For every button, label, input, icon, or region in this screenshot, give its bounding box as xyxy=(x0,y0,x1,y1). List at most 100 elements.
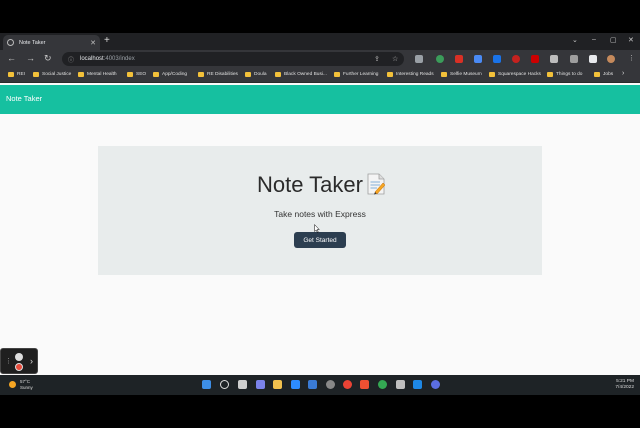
more-bookmarks-icon[interactable]: › xyxy=(622,70,624,77)
bookmark-label: Jobs xyxy=(603,72,614,77)
url-host: localhost xyxy=(80,56,104,62)
bookmark-label: Interesting Reads xyxy=(396,72,434,77)
chrome-icon[interactable] xyxy=(343,380,352,389)
sun-icon xyxy=(9,381,16,388)
paint-icon[interactable] xyxy=(396,380,405,389)
extension-icon[interactable] xyxy=(512,55,520,63)
share-icon[interactable]: ⇪ xyxy=(374,55,380,63)
reload-icon[interactable]: ↻ xyxy=(44,53,52,63)
folder-icon xyxy=(489,72,495,77)
store-icon[interactable] xyxy=(308,380,317,389)
site-info-icon[interactable]: ⓘ xyxy=(68,55,74,64)
bookmark-item[interactable]: Interesting Reads xyxy=(387,72,434,77)
browser-toolbar: ← → ↻ ⓘ localhost:4003/index ⇪ ☆ ⋮ xyxy=(0,50,640,68)
stop-record-icon[interactable] xyxy=(15,363,23,371)
reading-list-icon[interactable] xyxy=(570,55,578,63)
bookmark-item[interactable]: REI xyxy=(8,72,25,77)
windows-start-icon[interactable] xyxy=(202,380,211,389)
bookmark-item[interactable]: Things to do xyxy=(547,72,582,77)
bookmark-label: Selfie Museum xyxy=(450,72,482,77)
zoom-icon[interactable] xyxy=(291,380,300,389)
file-explorer-icon[interactable] xyxy=(273,380,282,389)
tab-search-icon[interactable]: ⌄ xyxy=(572,36,578,44)
folder-icon xyxy=(441,72,447,77)
bookmark-item[interactable]: Squarespace Hacks xyxy=(489,72,541,77)
bookmark-label: REI xyxy=(17,72,25,77)
search-icon[interactable] xyxy=(220,380,229,389)
bookmark-item[interactable]: Jobs xyxy=(594,72,613,77)
maximize-button[interactable]: ▢ xyxy=(610,36,617,44)
git-icon[interactable] xyxy=(360,380,369,389)
folder-icon xyxy=(387,72,393,77)
task-view-icon[interactable] xyxy=(238,380,247,389)
screen: Note Taker ✕ + ⌄ – ▢ ✕ ← → ↻ ⓘ localhost… xyxy=(0,0,640,428)
folder-icon xyxy=(275,72,281,77)
bookmark-item[interactable]: SEO xyxy=(127,72,146,77)
weather-widget[interactable]: 57°C Sunny xyxy=(9,379,33,390)
browser-tab[interactable]: Note Taker ✕ xyxy=(3,35,100,50)
memo-icon xyxy=(367,173,386,195)
globe-icon xyxy=(7,39,14,46)
extension-icon[interactable] xyxy=(493,55,501,63)
folder-icon xyxy=(547,72,553,77)
folder-icon xyxy=(127,72,133,77)
bookmark-item[interactable]: Selfie Museum xyxy=(441,72,482,77)
taskbar: 57°C Sunny 5:21 PM 7/4/2022 xyxy=(0,375,640,395)
side-panel-icon[interactable] xyxy=(589,55,597,63)
extension-icon[interactable] xyxy=(436,55,444,63)
youtube-extension-icon[interactable] xyxy=(531,55,539,63)
new-tab-button[interactable]: + xyxy=(104,36,110,46)
navbar-brand[interactable]: Note Taker xyxy=(6,94,42,103)
bookmark-item[interactable]: RE Disabilities xyxy=(198,72,238,77)
close-icon[interactable]: ✕ xyxy=(90,39,96,47)
page: Note Taker Note Taker Take notes with Ex… xyxy=(0,83,640,375)
folder-icon xyxy=(78,72,84,77)
extension-icon[interactable] xyxy=(474,55,482,63)
folder-icon xyxy=(33,72,39,77)
weather-condition: Sunny xyxy=(20,384,33,390)
pdf-extension-icon[interactable] xyxy=(455,55,463,63)
bookmark-label: Things to do xyxy=(556,72,583,77)
chevron-right-icon[interactable]: › xyxy=(30,356,33,366)
bookmarks-bar: REI Social Justice Mental Health SEO App/Cod… xyxy=(0,68,640,83)
app-icon[interactable] xyxy=(431,380,440,389)
clock[interactable]: 5:21 PM 7/4/2022 xyxy=(615,379,634,391)
mouse-cursor-icon xyxy=(314,224,320,233)
bookmark-label: Mental Health xyxy=(87,72,117,77)
settings-icon[interactable] xyxy=(326,380,335,389)
folder-icon xyxy=(8,72,14,77)
menu-icon[interactable]: ⋮ xyxy=(628,54,635,64)
window-close-button[interactable]: ✕ xyxy=(628,36,634,44)
forward-icon[interactable]: → xyxy=(26,53,35,63)
extension-icon[interactable] xyxy=(415,55,423,63)
pause-icon[interactable] xyxy=(15,353,23,361)
bookmark-label: Squarespace Hacks xyxy=(498,72,541,77)
navbar: Note Taker xyxy=(0,85,640,114)
jumbotron: Note Taker Take notes with Express Get S… xyxy=(98,146,542,275)
folder-icon xyxy=(594,72,600,77)
bookmark-item[interactable]: Doula xyxy=(245,72,267,77)
minimize-button[interactable]: – xyxy=(592,36,596,43)
bookmark-item[interactable]: Social Justice xyxy=(33,72,71,77)
chrome-icon[interactable] xyxy=(378,380,387,389)
teams-icon[interactable] xyxy=(256,380,265,389)
back-icon[interactable]: ← xyxy=(7,53,16,63)
url-path: :4003/index xyxy=(103,56,135,62)
bookmark-label: Black Owned Busi... xyxy=(284,72,327,77)
bookmark-item[interactable]: App/Coding xyxy=(153,72,187,77)
bookmark-item[interactable]: Mental Health xyxy=(78,72,117,77)
get-started-button[interactable]: Get Started xyxy=(294,232,346,248)
drag-handle-icon[interactable]: ⋮ xyxy=(5,357,12,365)
puzzle-icon[interactable] xyxy=(550,55,558,63)
bookmark-item[interactable]: Black Owned Busi... xyxy=(275,72,327,77)
lead-text: Take notes with Express xyxy=(274,209,366,219)
bookmark-star-icon[interactable]: ☆ xyxy=(392,55,398,63)
tab-strip: Note Taker ✕ + ⌄ – ▢ ✕ xyxy=(0,33,640,50)
bookmark-label: Further Learning xyxy=(343,72,379,77)
address-bar[interactable]: ⓘ localhost:4003/index xyxy=(62,52,404,66)
bookmark-label: RE Disabilities xyxy=(207,72,238,77)
folder-icon xyxy=(334,72,340,77)
vscode-icon[interactable] xyxy=(413,380,422,389)
bookmark-item[interactable]: Further Learning xyxy=(334,72,378,77)
avatar[interactable] xyxy=(607,55,615,63)
